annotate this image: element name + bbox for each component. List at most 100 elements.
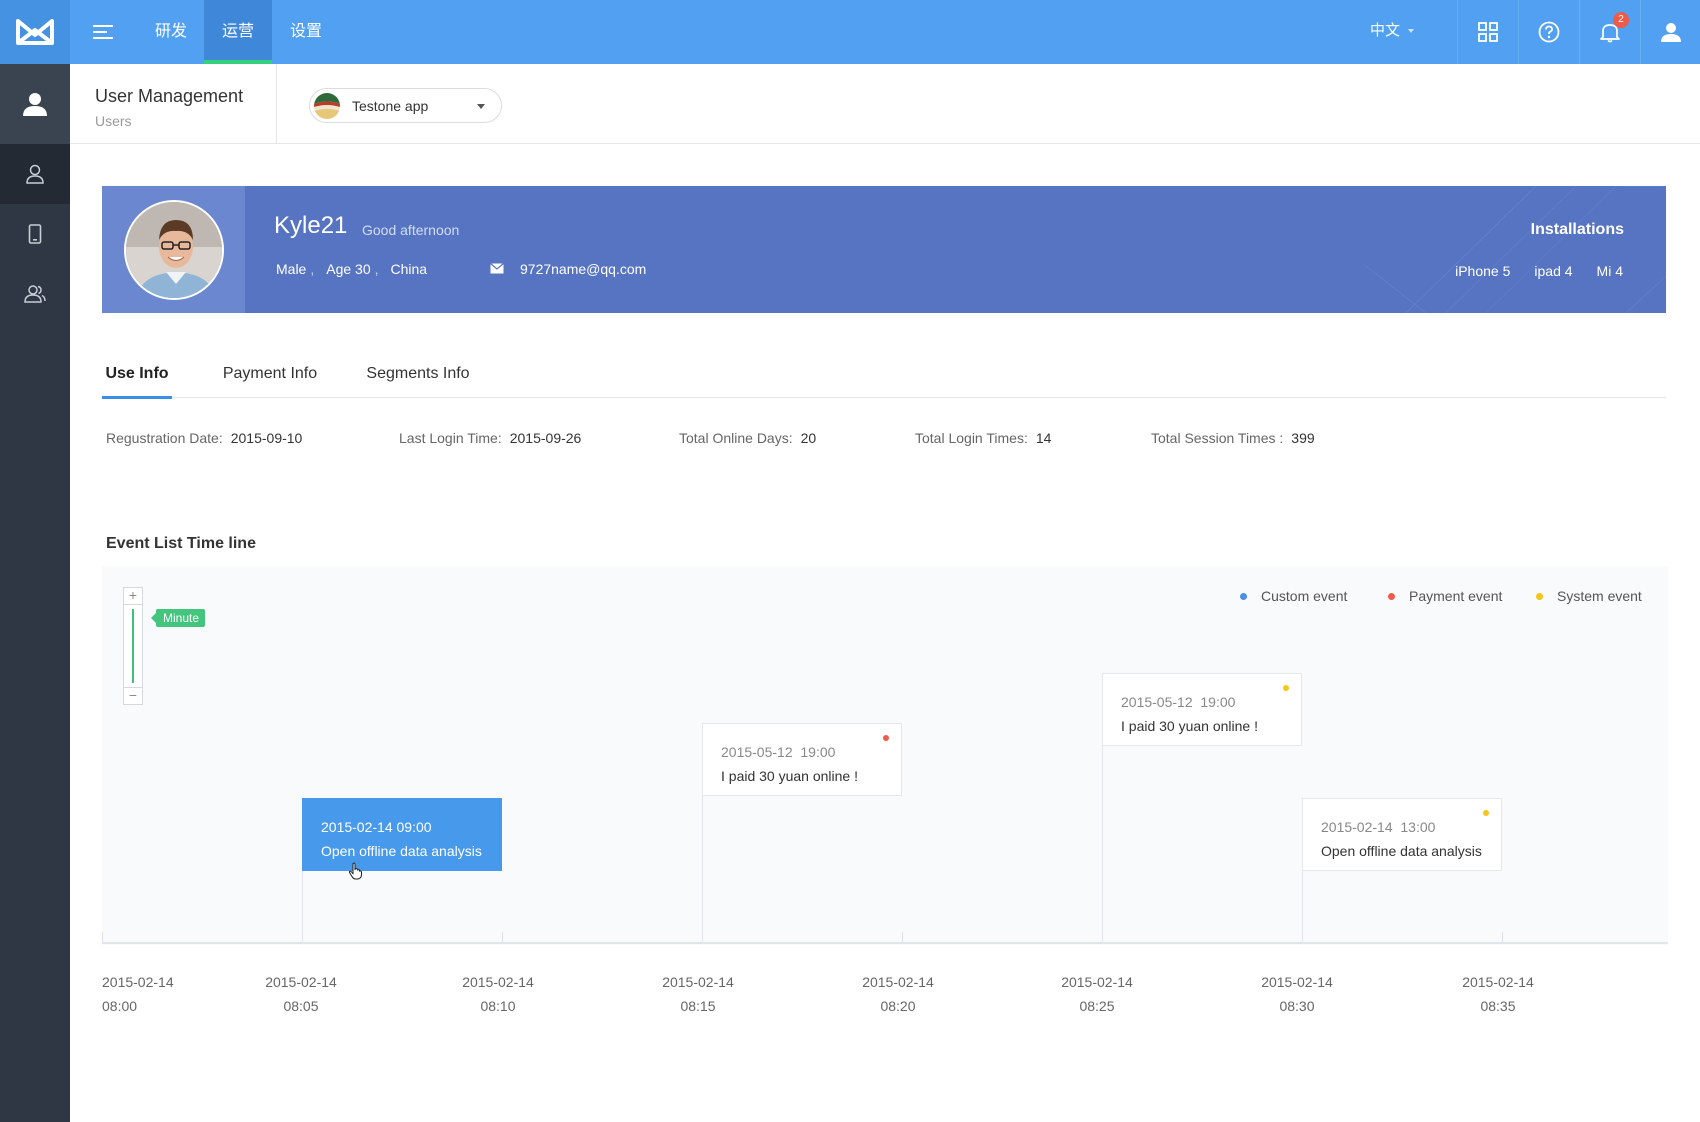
divider <box>276 64 277 144</box>
phone-icon <box>28 224 42 244</box>
chevron-down-icon <box>477 104 485 109</box>
event-text: Open offline data analysis <box>1321 843 1482 859</box>
zoom-control: + − <box>123 587 143 705</box>
axis-label-time: 08:20 <box>880 998 916 1014</box>
zoom-slider[interactable] <box>123 605 143 687</box>
axis-label: 2015-02-14 08:10 <box>462 970 534 1018</box>
event-card[interactable]: 2015-05-12 19:00 I paid 30 yuan online ! <box>1102 673 1302 746</box>
installation-item: Mi 4 <box>1596 263 1623 279</box>
app-select[interactable]: Testone app <box>309 88 502 123</box>
legend-dot <box>1240 592 1247 600</box>
event-time: 2015-02-14 09:00 <box>321 819 432 835</box>
zoom-slider-bar <box>132 609 134 683</box>
event-type-dot <box>1283 685 1289 691</box>
avatar-panel <box>102 186 245 313</box>
axis-label: 2015-02-14 08:00 <box>102 970 174 1018</box>
stat-value: 20 <box>800 430 817 446</box>
stat-value: 2015-09-26 <box>509 430 582 446</box>
axis-tick <box>1502 932 1503 942</box>
legend-label: Custom event <box>1261 588 1348 604</box>
sidebar <box>0 64 70 1122</box>
axis-label-time: 08:15 <box>680 998 716 1014</box>
event-timeline: Custom event Payment event System event … <box>102 566 1668 945</box>
timeline-title: Event List Time line <box>106 535 256 552</box>
sidebar-item-users[interactable] <box>0 144 70 204</box>
axis-label: 2015-02-14 08:35 <box>1462 970 1534 1018</box>
breadcrumb[interactable]: Users <box>95 113 132 129</box>
axis-label-date: 2015-02-14 <box>1462 974 1534 990</box>
stat-last-login: Last Login Time: 2015-09-26 <box>399 430 581 446</box>
nav-settings[interactable]: 设置 <box>272 0 340 64</box>
user-outline-icon <box>26 164 44 184</box>
axis-label-time: 08:35 <box>1480 998 1516 1014</box>
axis-label-date: 2015-02-14 <box>265 974 337 990</box>
sidebar-item-profile[interactable] <box>0 64 70 144</box>
sidebar-item-devices[interactable] <box>0 204 70 264</box>
event-card[interactable]: 2015-02-14 09:00 Open offline data analy… <box>302 798 502 871</box>
separator: , <box>374 261 379 277</box>
event-text: Open offline data analysis <box>321 843 482 859</box>
event-card[interactable]: 2015-02-14 13:00 Open offline data analy… <box>1302 798 1502 871</box>
stat-label: Last Login Time: <box>399 430 502 446</box>
page-title: User Management <box>95 86 244 106</box>
language-label: 中文 <box>1370 22 1401 39</box>
hand-cursor-icon <box>348 862 362 880</box>
user-gender: Male <box>276 261 307 277</box>
decoration-pattern <box>1366 186 1666 313</box>
help-button[interactable] <box>1518 0 1579 64</box>
avatar[interactable] <box>123 199 224 300</box>
logo-icon <box>16 19 54 45</box>
notifications-button[interactable]: 2 <box>1579 0 1640 64</box>
apps-button[interactable] <box>1457 0 1518 64</box>
axis-label: 2015-02-14 08:20 <box>862 970 934 1018</box>
menu-icon[interactable] <box>88 18 120 46</box>
installations-list: iPhone 5 ipad 4 Mi 4 <box>1455 263 1623 279</box>
stat-login-times: Total Login Times: 14 <box>915 430 1051 446</box>
event-type-dot <box>1483 810 1489 816</box>
zoom-in-button[interactable]: + <box>123 587 143 605</box>
axis-label-time: 08:30 <box>1279 998 1315 1014</box>
tab-payment-info[interactable]: Payment Info <box>218 357 322 398</box>
language-select[interactable]: 中文 <box>1370 0 1415 64</box>
nav-research[interactable]: 研发 <box>138 0 204 64</box>
tab-use-info[interactable]: Use Info <box>102 357 172 399</box>
timeline-axis <box>102 942 1668 944</box>
legend-dot <box>1536 592 1543 600</box>
axis-label: 2015-02-14 08:25 <box>1061 970 1133 1018</box>
axis-label-date: 2015-02-14 <box>102 974 174 990</box>
user-meta: Male, Age 30, China <box>276 261 427 277</box>
axis-label-date: 2015-02-14 <box>1261 974 1333 990</box>
greeting: Good afternoon <box>362 222 460 238</box>
logo[interactable] <box>0 0 70 64</box>
mail-icon <box>490 263 504 274</box>
profile-banner: Kyle21 Good afternoon Male, Age 30, Chin… <box>102 186 1666 313</box>
event-time: 2015-05-12 19:00 <box>721 744 836 760</box>
axis-label-date: 2015-02-14 <box>462 974 534 990</box>
event-card[interactable]: 2015-05-12 19:00 I paid 30 yuan online ! <box>702 723 902 796</box>
zoom-out-button[interactable]: − <box>123 687 143 705</box>
account-button[interactable] <box>1640 0 1700 64</box>
legend-system: System event <box>1536 588 1642 604</box>
event-text: I paid 30 yuan online ! <box>1121 718 1258 734</box>
tab-segments-info[interactable]: Segments Info <box>362 357 474 398</box>
top-bar: 研发 运营 设置 中文 2 <box>0 0 1700 64</box>
chevron-down-icon <box>1408 29 1415 34</box>
help-icon <box>1538 21 1560 43</box>
info-tabs: Use Info Payment Info Segments Info <box>102 357 1666 399</box>
legend-payment: Payment event <box>1388 588 1502 604</box>
sidebar-item-groups[interactable] <box>0 264 70 324</box>
axis-tick <box>902 932 903 942</box>
axis-label-time: 08:05 <box>283 998 319 1014</box>
axis-tick <box>102 932 103 942</box>
event-text: I paid 30 yuan online ! <box>721 768 858 784</box>
stat-value: 2015-09-10 <box>230 430 303 446</box>
event-type-dot <box>883 735 889 741</box>
separator: , <box>310 261 315 277</box>
stat-label: Regustration Date: <box>106 430 223 446</box>
installations-title: Installations <box>1530 221 1624 238</box>
legend-label: System event <box>1557 588 1642 604</box>
stat-label: Total Session Times : <box>1151 430 1284 446</box>
user-icon <box>23 93 47 116</box>
legend-label: Payment event <box>1409 588 1503 604</box>
nav-operations[interactable]: 运营 <box>204 0 272 64</box>
